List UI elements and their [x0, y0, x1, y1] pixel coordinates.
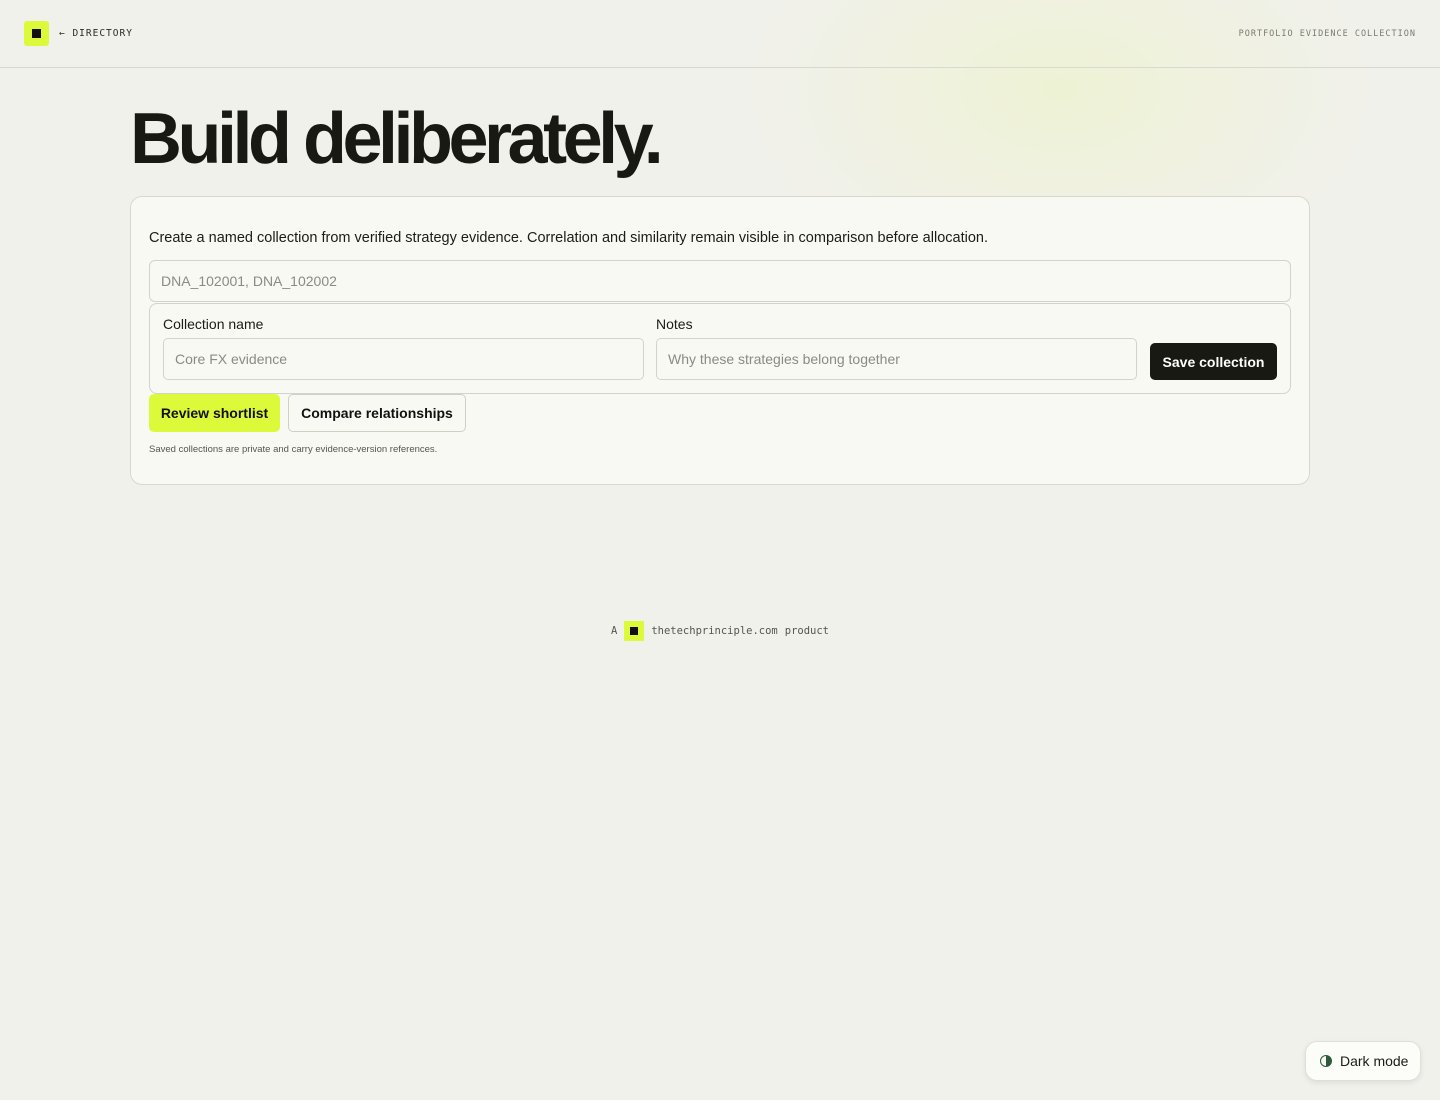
half-circle-icon: [1320, 1055, 1332, 1067]
directory-back-link[interactable]: ← DIRECTORY: [59, 28, 133, 39]
footer-brand-link[interactable]: thetechprinciple.com: [651, 625, 777, 637]
dark-mode-label: Dark mode: [1340, 1053, 1409, 1069]
page-title: Build deliberately.: [130, 99, 664, 179]
footer-logo: [624, 621, 645, 641]
compare-relationships-button[interactable]: Compare relationships: [288, 394, 466, 432]
save-collection-button[interactable]: Save collection: [1150, 343, 1277, 380]
privacy-footnote: Saved collections are private and carry …: [149, 444, 438, 455]
collection-card: Create a named collection from verified …: [130, 196, 1310, 485]
footer-prefix: A: [610, 625, 618, 637]
notes-input[interactable]: [656, 338, 1137, 380]
collection-name-label: Collection name: [163, 316, 264, 332]
dark-mode-toggle[interactable]: Dark mode: [1305, 1041, 1421, 1081]
notes-group: Notes: [656, 316, 1137, 380]
collection-name-group: Collection name: [163, 316, 644, 380]
save-collection-panel: Collection name Notes Save collection: [149, 303, 1291, 394]
notes-label: Notes: [656, 316, 693, 332]
brand-logo[interactable]: [24, 21, 49, 46]
review-shortlist-button[interactable]: Review shortlist: [149, 394, 280, 432]
section-title: PORTFOLIO EVIDENCE COLLECTION: [1238, 29, 1416, 39]
top-bar: ← DIRECTORY PORTFOLIO EVIDENCE COLLECTIO…: [0, 0, 1440, 68]
footer-logo-square: [630, 627, 639, 635]
collection-intro: Create a named collection from verified …: [149, 230, 988, 246]
brand-logo-square: [32, 29, 41, 38]
footer-suffix: product: [784, 625, 830, 637]
footer-attribution: A thetechprinciple.com product: [0, 621, 1440, 641]
strategy-ids-input[interactable]: [149, 260, 1291, 302]
collection-name-input[interactable]: [163, 338, 644, 380]
